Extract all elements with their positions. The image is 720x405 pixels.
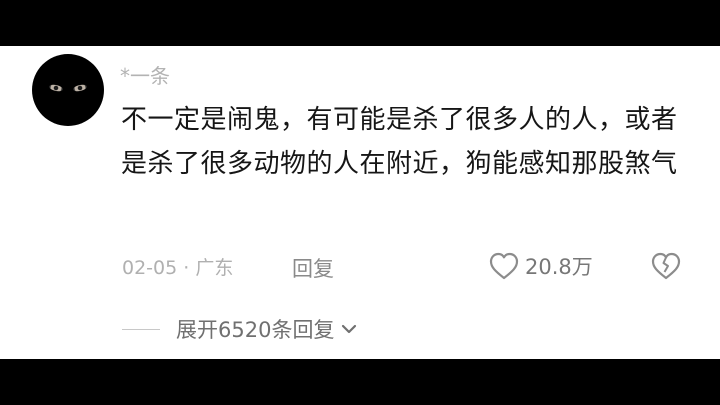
broken-heart-icon[interactable] [651,252,681,280]
divider [122,328,160,330]
comment-text: 不一定是闹鬼，有可能是杀了很多人的人，或者是杀了很多动物的人在附近，狗能感知那股… [121,105,678,179]
expand-replies-label: 展开6520条回复 [176,318,335,342]
username[interactable]: *一条 [120,60,170,89]
comment-date-location: 02-05 · 广东 [122,257,234,279]
heart-outline-icon [489,252,519,280]
like-count: 20.8万 [525,255,593,279]
reply-button[interactable]: 回复 [292,253,334,283]
comment-card: *一条 不一定是闹鬼，有可能是杀了很多人的人，或者是杀了很多动物的人在附近，狗能… [0,46,720,359]
eye-icon [48,83,64,93]
avatar[interactable] [32,54,104,126]
eye-icon [72,83,88,93]
expand-replies-button[interactable]: 展开6520条回复 [122,314,358,344]
chevron-down-icon [342,324,357,334]
like-button[interactable]: 20.8万 [489,251,593,281]
